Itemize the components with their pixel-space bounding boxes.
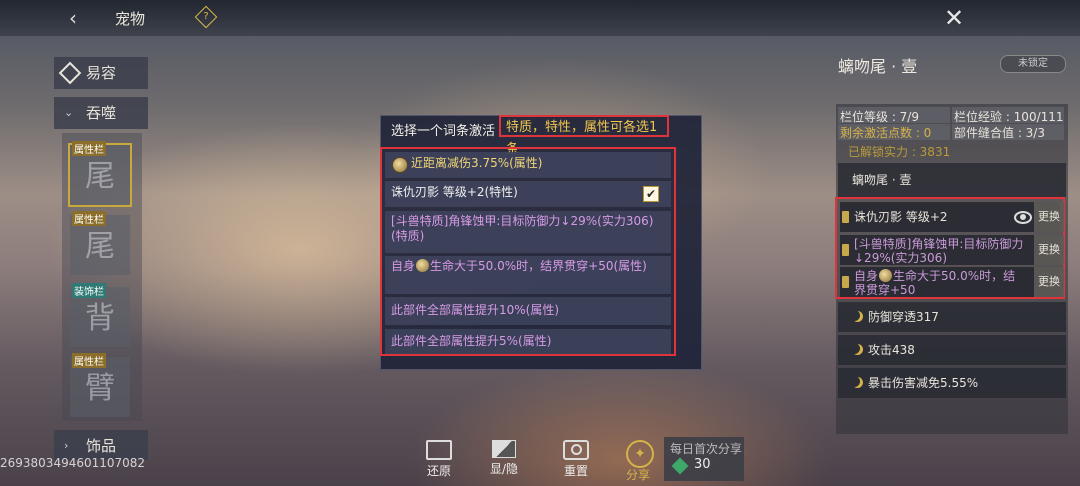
change-button[interactable]: 更换 [1034,202,1064,232]
option-text: 此部件全部属性提升10%(属性) [391,303,560,317]
toggle-label: 显/隐 [489,462,519,476]
attr-text: 防御穿透317 [868,310,939,324]
sub-title: 螭吻尾 · 壹 [838,163,1066,197]
diamond-icon [58,61,82,85]
book-icon [842,244,849,256]
slot-column: 属性栏 尾 属性栏 尾 装饰栏 背 属性栏 臂 [62,133,142,421]
option-barrier-pierce[interactable]: 自身 生命大于50.0%时，结界贯穿+50(属性) [385,256,671,294]
coin-icon [392,157,408,173]
tab-yirong[interactable]: 易容 [54,57,148,89]
slot-back[interactable]: 装饰栏 背 [70,283,130,347]
slot-level: 栏位等级 : 7/9 [840,110,919,124]
option-text: [斗兽特质]角锋蚀甲:目标防御力↓29%(实力306)(特质) [391,214,654,243]
row-text-a: 自身 [854,269,879,283]
top-bar [0,0,1080,36]
share-label[interactable]: 分享 [626,466,650,483]
option-melee-reduction[interactable]: 近距离减伤3.75%(属性) [385,152,671,178]
option-blade-level[interactable]: 诛仇刃影 等级+2(特性) ✔ [385,181,671,207]
coin-icon [416,259,430,272]
tab-tunshi[interactable]: ⌄ 吞噬 [54,97,148,129]
coin-icon [879,269,893,282]
lock-button[interactable]: 未锁定 [1000,55,1066,73]
slot-exp: 栏位经验 : 100/111 [954,110,1064,124]
option-horn-armor[interactable]: [斗兽特质]角锋蚀甲:目标防御力↓29%(实力306)(特质) [385,211,671,253]
options-frame: 近距离减伤3.75%(属性) 诛仇刃影 等级+2(特性) ✔ [斗兽特质]角锋蚀… [380,147,676,356]
daily-title: 每日首次分享 [670,442,743,456]
option-text-b: 生命大于50.0%时，结界贯穿+50(属性) [430,259,647,273]
reset-label: 重置 [563,464,588,478]
moon-icon [852,344,863,355]
fit-value: 部件缝合值 : 3/3 [954,126,1045,140]
slot-arm[interactable]: 属性栏 臂 [70,353,130,417]
question-icon: ? [203,11,209,22]
slot-glyph: 尾 [85,229,115,264]
option-text: 诛仇刃影 等级+2(特性) [391,185,518,199]
eye-icon[interactable] [1014,211,1032,224]
chevron-down-icon: ⌄ [64,106,74,119]
coin-icon [852,377,863,388]
toggle-icon [492,440,516,458]
pet-part-name: 螭吻尾 · 壹 [838,57,918,76]
book-icon [842,276,849,288]
share-icon[interactable]: ✦ [626,440,654,468]
dialog-hint: 特质，特性，属性可各选1条 [499,115,669,157]
chevron-left-icon: ‹ [69,6,77,30]
entry-select-dialog: 选择一个词条激活 特质，特性，属性可各选1条 近距离减伤3.75%(属性) 诛仇… [380,115,702,370]
tab-yirong-label: 易容 [86,64,117,82]
option-text: 此部件全部属性提升5%(属性) [391,334,552,348]
tab-tunshi-label: 吞噬 [86,104,117,122]
reset-button[interactable]: 重置 [556,440,596,479]
restore-icon [426,440,452,460]
change-button[interactable]: 更换 [1034,267,1064,297]
close-x-icon: ✕ [943,4,965,32]
slot-glyph: 臂 [85,371,115,406]
restore-button[interactable]: 还原 [419,440,459,479]
daily-share-reward: 每日首次分享 30 [664,437,744,481]
attr-text: 攻击438 [868,343,915,357]
daily-reward: 30 [694,457,711,472]
active-row-blade: 诛仇刃影 等级+2 更换 [840,202,1064,232]
option-text-a: 自身 [391,259,416,273]
option-boost-5[interactable]: 此部件全部属性提升5%(属性) [385,329,671,354]
close-button[interactable]: ✕ [940,4,968,32]
book-icon [842,211,849,223]
attr-row: 防御穿透317 [838,302,1066,332]
active-row-barrier: 自身 生命大于50.0%时，结界贯穿+50 更换 [840,267,1064,297]
option-boost-10[interactable]: 此部件全部属性提升10%(属性) [385,297,671,325]
checkbox-checked-icon[interactable]: ✔ [643,186,659,202]
attr-text: 暴击伤害减免5.55% [868,376,979,390]
unlocked-power: 已解锁实力 : 3831 [848,145,951,159]
toggle-visibility-button[interactable]: 显/隐 [484,440,524,477]
row-text: [斗兽特质]角锋蚀甲:目标防御力↓29%(实力306) [854,237,1024,265]
gem-icon [671,457,689,475]
page-title: 宠物 [115,10,146,28]
camera-icon [563,440,589,460]
slot-tail-2[interactable]: 属性栏 尾 [70,211,130,275]
row-text: 诛仇刃影 等级+2 [854,210,948,224]
right-panel: 栏位等级 : 7/9 栏位经验 : 100/111 剩余激活点数 : 0 部件缝… [835,104,1068,434]
attr-row: 攻击438 [838,335,1066,365]
active-row-horn: [斗兽特质]角锋蚀甲:目标防御力↓29%(实力306) 更换 [840,235,1064,265]
player-id: 2693803494601107082 [0,456,146,470]
moon-icon [852,311,863,322]
remaining-points: 剩余激活点数 : 0 [840,126,932,140]
row-text: 自身 生命大于50.0%时，结界贯穿+50 [854,269,1026,297]
restore-label: 还原 [426,464,451,478]
active-entries-frame: 诛仇刃影 等级+2 更换 [斗兽特质]角锋蚀甲:目标防御力↓29%(实力306)… [835,197,1065,299]
slot-glyph: 背 [85,301,115,336]
attr-row: 暴击伤害减免5.55% [838,368,1066,398]
slot-tail-1[interactable]: 属性栏 尾 [68,141,132,207]
slot-glyph: 尾 [85,159,115,194]
change-button[interactable]: 更换 [1034,235,1064,265]
dialog-title: 选择一个词条激活 [391,124,496,139]
back-button[interactable]: ‹ [60,6,86,30]
option-text: 近距离减伤3.75%(属性) [411,156,543,170]
